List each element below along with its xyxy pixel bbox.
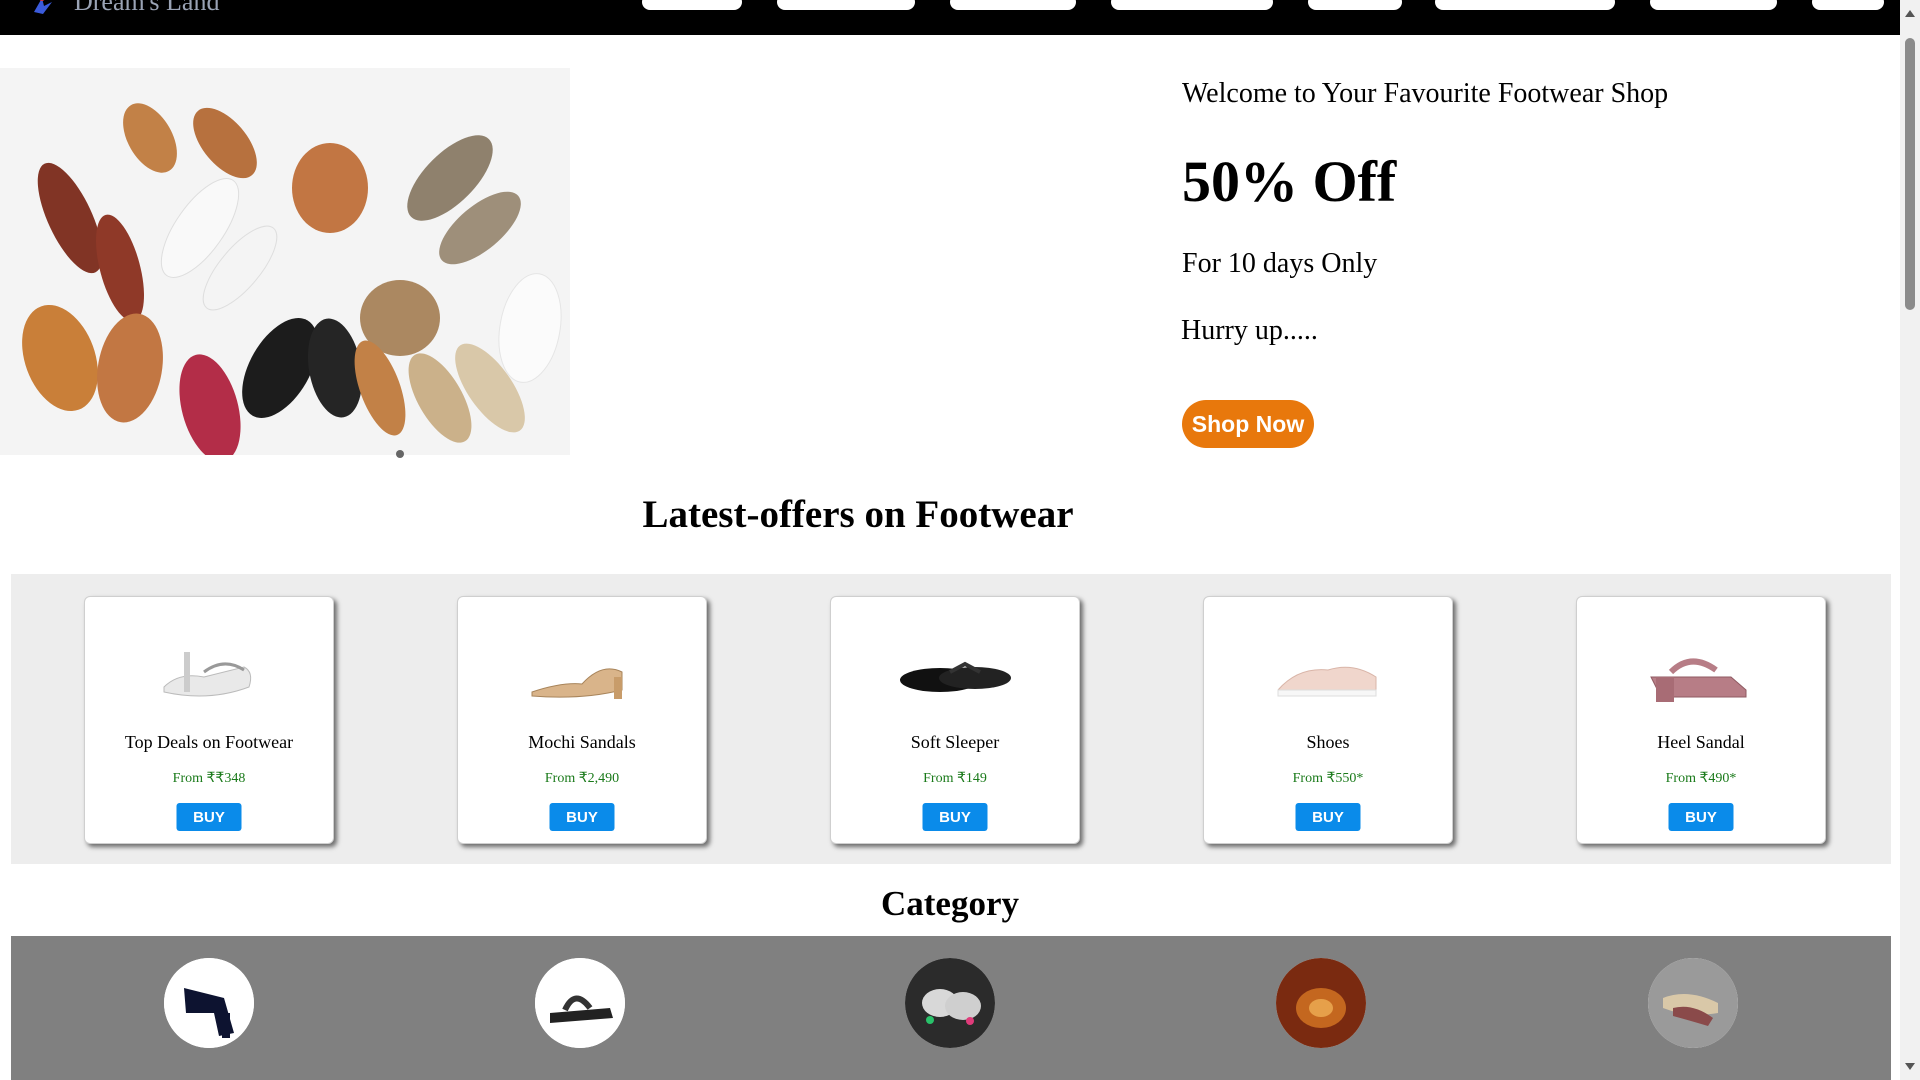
category-juttis-image[interactable]	[1648, 958, 1738, 1048]
category-heels-image[interactable]	[164, 958, 254, 1048]
nav-link-5[interactable]	[1308, 0, 1402, 10]
nav-link-1[interactable]	[642, 0, 742, 10]
sandal-white-image	[149, 632, 269, 712]
scroll-thumb[interactable]	[1905, 38, 1915, 310]
offer-name: Top Deals on Footwear	[124, 732, 294, 752]
buy-button[interactable]: BUY	[549, 803, 615, 831]
category-ethnic-image[interactable]	[1276, 958, 1366, 1048]
offer-name: Shoes	[1306, 732, 1350, 752]
hero-welcome: Welcome to Your Favourite Footwear Shop	[1182, 78, 1669, 109]
brand-name: Dream's Land	[74, 0, 220, 16]
top-navbar: Dream's Land	[0, 0, 1900, 35]
category-section	[11, 936, 1891, 1080]
offer-price: From ₹2,490	[544, 771, 620, 786]
offer-price: From ₹490*	[1665, 771, 1737, 786]
buy-button[interactable]: BUY	[1295, 803, 1361, 831]
offer-name: Heel Sandal	[1657, 732, 1745, 752]
nav-link-7[interactable]	[1650, 0, 1777, 10]
vertical-scrollbar[interactable]	[1900, 0, 1920, 1080]
category-title: Category	[880, 884, 1019, 923]
offer-price: From ₹149	[923, 771, 987, 786]
offer-name: Mochi Sandals	[528, 732, 636, 752]
offers-section: Top Deals on Footwear From ₹₹348 BUY Moc…	[11, 574, 1891, 864]
buy-button[interactable]: BUY	[176, 803, 242, 831]
nav-link-8[interactable]	[1812, 0, 1884, 10]
category-sandals-image[interactable]	[535, 958, 625, 1048]
hero-shoes-image	[0, 68, 570, 455]
offer-name: Soft Sleeper	[910, 732, 1000, 752]
offer-card[interactable]: Top Deals on Footwear From ₹₹348 BUY	[84, 596, 334, 844]
sandal-mochi-image	[522, 632, 642, 712]
shoe-pink-image	[1268, 632, 1388, 712]
page: Dream's Land Welcome to Your Favourite F…	[0, 0, 1900, 1080]
logo-icon	[30, 0, 56, 18]
nav-link-4[interactable]	[1111, 0, 1273, 10]
offer-price: From ₹550*	[1292, 771, 1364, 786]
category-kids-image[interactable]	[905, 958, 995, 1048]
scroll-up-icon[interactable]	[1905, 10, 1915, 17]
nav-link-3[interactable]	[950, 0, 1076, 10]
hero-duration: For 10 days Only	[1182, 248, 1378, 279]
shop-now-button[interactable]: Shop Now	[1182, 400, 1314, 448]
hero-urgency: Hurry up.....	[1181, 315, 1318, 346]
offer-card[interactable]: Heel Sandal From ₹490* BUY	[1576, 596, 1826, 844]
buy-button[interactable]: BUY	[922, 803, 988, 831]
slipper-black-image	[895, 632, 1015, 712]
offer-price: From ₹₹348	[172, 771, 246, 786]
nav-link-2[interactable]	[777, 0, 915, 10]
offer-card[interactable]: Shoes From ₹550* BUY	[1203, 596, 1453, 844]
buy-button[interactable]: BUY	[1668, 803, 1734, 831]
heel-sandal-image	[1641, 632, 1761, 712]
offer-card[interactable]: Mochi Sandals From ₹2,490 BUY	[457, 596, 707, 844]
hero-discount: 50% Off	[1182, 149, 1397, 214]
offer-card[interactable]: Soft Sleeper From ₹149 BUY	[830, 596, 1080, 844]
carousel-dot[interactable]	[396, 450, 404, 458]
scroll-down-icon[interactable]	[1905, 1063, 1915, 1070]
offers-title: Latest-offers on Footwear	[642, 493, 1074, 536]
nav-link-6[interactable]	[1435, 0, 1615, 10]
brand[interactable]: Dream's Land	[30, 0, 219, 18]
